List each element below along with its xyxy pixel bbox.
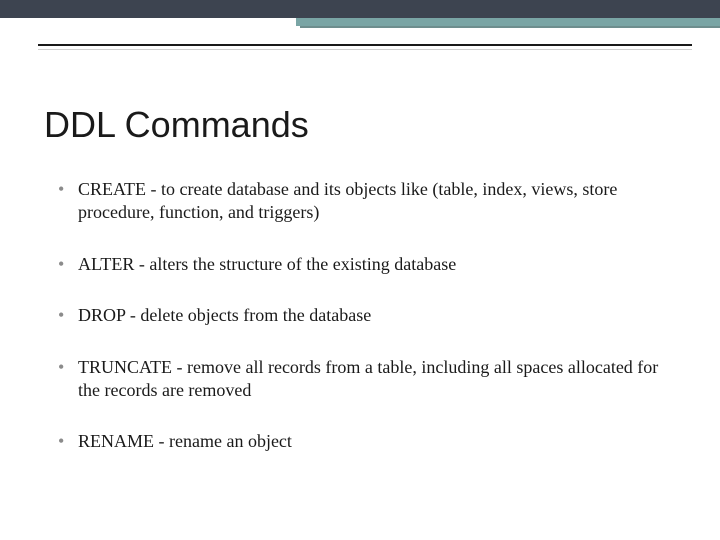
- horizontal-rule: [38, 44, 692, 46]
- top-bar-teal: [296, 18, 720, 26]
- list-item: CREATE - to create database and its obje…: [58, 178, 676, 225]
- slide: DDL Commands CREATE - to create database…: [0, 0, 720, 540]
- horizontal-rule-shadow: [38, 49, 692, 50]
- list-item: TRUNCATE - remove all records from a tab…: [58, 356, 676, 403]
- slide-title: DDL Commands: [44, 104, 676, 146]
- bullet-list: CREATE - to create database and its obje…: [44, 178, 676, 454]
- list-item: DROP - delete objects from the database: [58, 304, 676, 327]
- top-bar-dark: [0, 0, 720, 18]
- content-area: DDL Commands CREATE - to create database…: [44, 104, 676, 482]
- list-item: RENAME - rename an object: [58, 430, 676, 453]
- list-item: ALTER - alters the structure of the exis…: [58, 253, 676, 276]
